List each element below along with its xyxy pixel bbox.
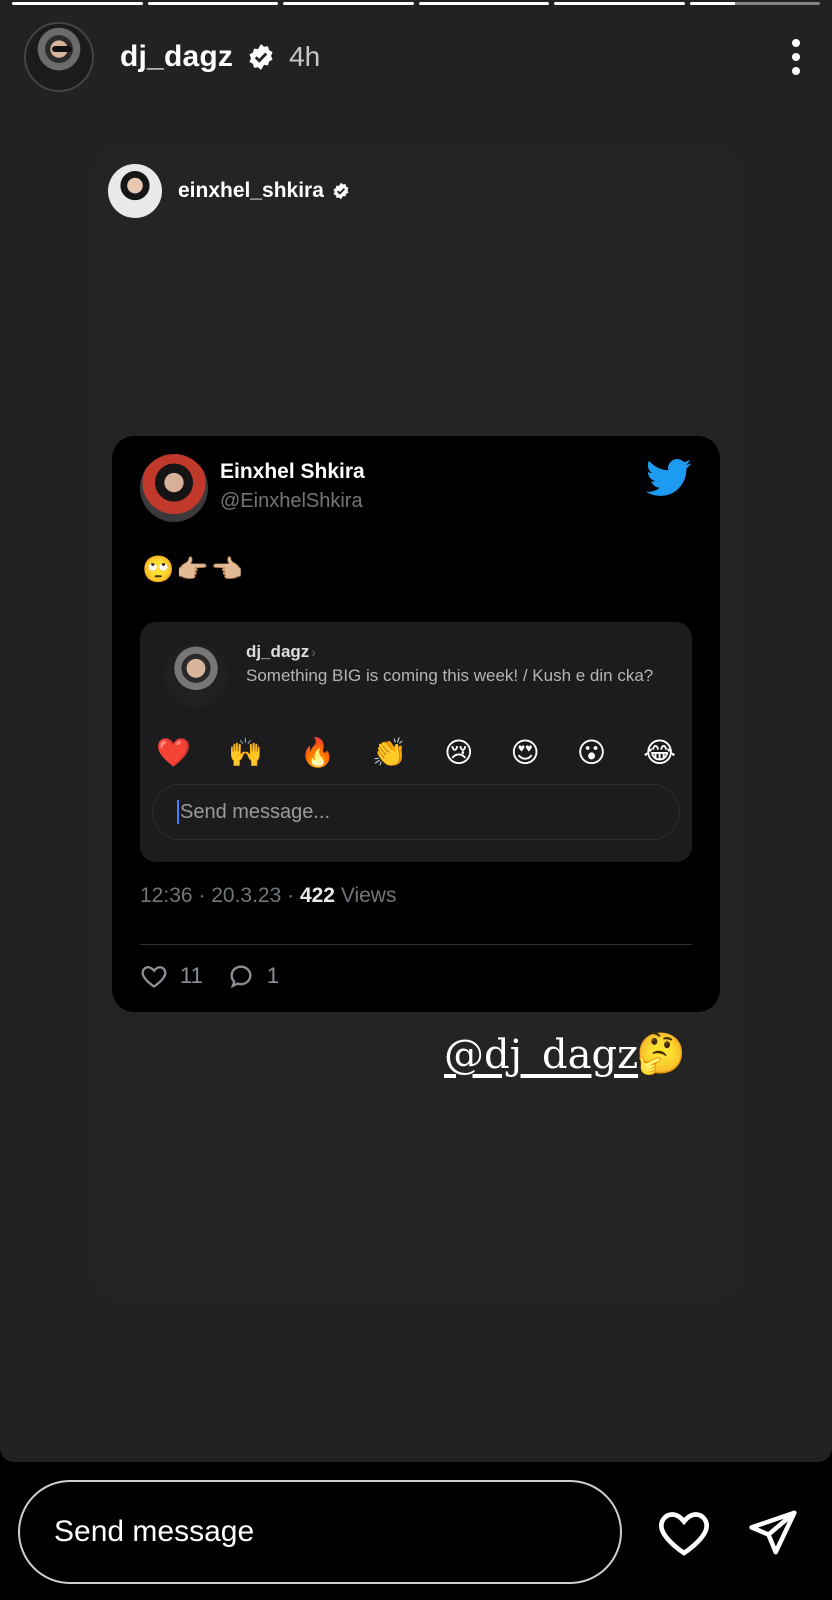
tweet-views-count: 422 [299,884,335,907]
tweet-views-label: Views [335,884,397,907]
post-time: 4h [289,41,321,72]
reaction-emoji: ❤️ [156,737,191,768]
more-vertical-icon[interactable] [784,37,808,77]
progress-segment [418,2,549,5]
tweet-display-name: Einxhel Shkira [220,460,365,483]
tweet-time-date: 12:36 · 20.3.23 · [140,884,300,907]
progress-fill [283,2,414,5]
heart-icon [141,966,167,988]
progress-segment [689,2,820,5]
divider [140,944,692,945]
heart-icon[interactable] [656,1504,712,1560]
reaction-emoji: 🔥 [300,737,335,768]
progress-fill [554,2,685,5]
progress-segment [283,2,414,5]
text-caret [177,800,179,824]
progress-fill [689,2,736,5]
reaction-emoji: 😮 [576,737,607,768]
progress-fill [12,2,143,5]
progress-fill [147,2,278,5]
author-username[interactable]: dj_dagz [120,40,233,74]
send-message-placeholder: Send message [54,1515,255,1548]
story-frame[interactable]: dj_dagz 4h einxhel_shkira Einxhel Shkira… [0,0,832,1462]
story-header: dj_dagz 4h [24,22,808,92]
verified-badge-icon [333,182,349,200]
reaction-emoji: 😂 [643,737,676,768]
send-icon[interactable] [746,1506,800,1560]
progress-segment [147,2,278,5]
twitter-bird-icon [646,459,692,496]
reaction-emoji: 😢 [444,737,474,768]
embedded-story-reply: dj_dagz › Something BIG is coming this we… [140,622,692,862]
progress-segment [554,2,685,5]
reply-count: 1 [266,963,280,988]
send-message-input[interactable]: Send message [18,1480,622,1584]
reaction-row: ❤️ 🙌 🔥 👏 😢 😍 😮 😂 [156,736,676,769]
reaction-emoji: 🙌 [228,737,263,768]
reply-bubble-icon [230,965,252,989]
tweet-text: 🙄👉🏼👈🏼 [142,554,246,584]
tweet-stats: 11 1 [140,962,279,990]
dm-author-avatar [164,644,228,708]
reaction-emoji: 👏 [372,737,407,768]
tweet-screenshot: Einxhel Shkira @EinxhelShkira 🙄👉🏼👈🏼 dj_d… [112,436,720,1012]
shared-author-username[interactable]: einxhel_shkira [178,179,324,203]
shared-author-avatar[interactable] [108,164,162,218]
progress-segment [12,2,143,5]
author-avatar[interactable] [24,22,94,92]
dm-input-placeholder: Send message... [180,800,331,823]
chevron-right-icon: › [311,644,316,660]
verified-badge-icon [249,44,273,70]
dm-message: Something BIG is coming this week! / Kus… [246,666,654,685]
dm-input-image: Send message... [152,784,680,840]
progress-fill [418,2,549,5]
dm-username: dj_dagz › [246,642,316,661]
story-progress-bar [12,2,820,5]
mention-sticker[interactable]: @dj_dagz [444,1032,638,1078]
reaction-emoji: 😍 [510,737,540,768]
reply-bar: Send message [0,1462,832,1600]
like-count: 11 [180,963,203,988]
tweet-meta: 12:36 · 20.3.23 · 422 Views [140,884,396,908]
thinking-face-emoji: 🤔 [636,1032,686,1076]
shared-post-header: einxhel_shkira [108,164,350,218]
tweet-author-avatar [140,454,208,522]
tweet-handle: @EinxhelShkira [220,490,363,512]
